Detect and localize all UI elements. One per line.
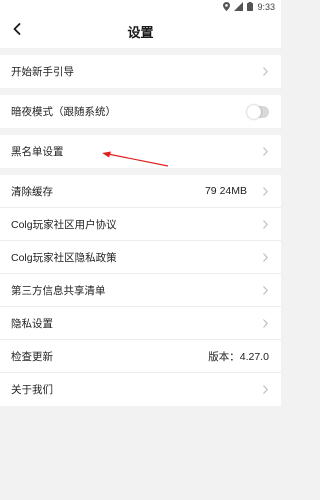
settings-group: 开始新手引导 — [0, 55, 281, 88]
settings-row[interactable]: 检查更新 版本：4.27.0 — [0, 340, 281, 373]
settings-row-label: 第三方信息共享清单 — [11, 284, 106, 297]
chevron-right-icon — [261, 385, 269, 395]
settings-row[interactable]: 暗夜模式（跟随系统） — [0, 95, 281, 128]
chevron-right-icon — [261, 147, 269, 157]
settings-row-label: 开始新手引导 — [11, 66, 74, 78]
header-bar: 设置 — [0, 14, 281, 48]
settings-row-value: 79 24MB — [204, 185, 247, 197]
settings-group: 清除缓存 79 24MB Colg玩家社区用户协议 Colg玩家社区隐私政策 第三方信息… — [0, 175, 281, 406]
settings-group: 黑名单设置 — [0, 135, 281, 168]
page-title: 设置 — [127, 24, 154, 40]
settings-row-label: Colg玩家社区用户协议 — [11, 218, 117, 231]
settings-row-label: Colg玩家社区隐私政策 — [11, 251, 117, 264]
settings-row[interactable]: Colg玩家社区用户协议 — [0, 208, 281, 241]
back-button[interactable] — [8, 22, 26, 40]
signal-icon — [234, 1, 244, 13]
settings-row-label: 隐私设置 — [11, 317, 53, 330]
status-time: 9:33 — [257, 2, 275, 12]
chevron-right-icon — [261, 285, 269, 295]
settings-row[interactable]: 清除缓存 79 24MB — [0, 175, 281, 208]
settings-row[interactable]: 第三方信息共享清单 — [0, 274, 281, 307]
toggle-knob — [247, 104, 261, 119]
chevron-right-icon — [261, 318, 269, 328]
settings-row-label: 关于我们 — [11, 384, 53, 396]
settings-row[interactable]: 隐私设置 — [0, 307, 281, 340]
settings-row[interactable]: 开始新手引导 — [0, 55, 281, 88]
settings-group: 暗夜模式（跟随系统） — [0, 95, 281, 128]
settings-row[interactable]: 关于我们 — [0, 373, 281, 406]
settings-row[interactable]: Colg玩家社区隐私政策 — [0, 241, 281, 274]
settings-list: 开始新手引导暗夜模式（跟随系统） 黑名单设置清除缓存 79 24MB Colg玩家社区… — [0, 55, 281, 406]
chevron-right-icon — [261, 252, 269, 262]
settings-row-label: 暗夜模式（跟随系统） — [11, 106, 116, 118]
battery-icon — [247, 1, 254, 13]
chevron-right-icon — [261, 67, 269, 77]
location-icon — [223, 1, 231, 13]
chevron-left-icon — [13, 22, 21, 40]
chevron-right-icon — [261, 219, 269, 229]
settings-row[interactable]: 黑名单设置 — [0, 135, 281, 168]
settings-row-label: 清除缓存 — [11, 185, 53, 198]
status-bar: 9:33 — [0, 0, 281, 14]
settings-row-label: 检查更新 — [11, 350, 53, 363]
settings-row-label: 黑名单设置 — [11, 146, 64, 158]
dark-mode-toggle[interactable] — [247, 104, 269, 119]
settings-row-value: 版本：4.27.0 — [208, 350, 269, 363]
chevron-right-icon — [261, 186, 269, 196]
